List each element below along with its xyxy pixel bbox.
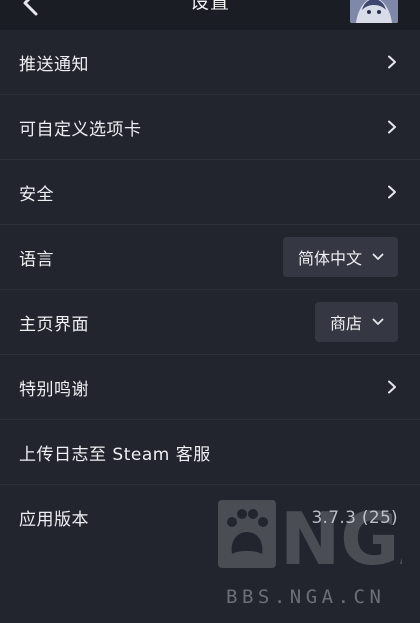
avatar[interactable] (350, 0, 398, 23)
settings-item-language: 语言 简体中文 (0, 225, 420, 290)
settings-item-home-screen: 主页界面 商店 (0, 290, 420, 355)
settings-item-label: 应用版本 (19, 510, 89, 530)
language-dropdown[interactable]: 简体中文 (282, 237, 398, 277)
settings-item-label: 特别鸣谢 (19, 379, 89, 400)
settings-item-upload-logs[interactable]: 上传日志至 Steam 客服 (0, 420, 420, 485)
settings-item-label: 上传日志至 Steam 客服 (19, 444, 211, 465)
settings-item-label: 推送通知 (19, 54, 89, 75)
home-screen-dropdown-value: 商店 (329, 314, 362, 333)
settings-item-push-notifications[interactable]: 推送通知 (0, 30, 420, 95)
watermark-logo-text: NGA (280, 498, 402, 570)
chevron-right-icon (388, 185, 396, 199)
watermark-url: BBS.NGA.CN (226, 586, 386, 608)
top-bar: 设置 (0, 0, 420, 30)
language-dropdown-value: 简体中文 (297, 249, 362, 268)
home-screen-dropdown[interactable]: 商店 (314, 302, 398, 342)
settings-item-label: 语言 (19, 249, 54, 270)
settings-list: 推送通知 可自定义选项卡 安全 语言 简体中文 主页界面 商店 特别鸣谢 上传日… (0, 30, 420, 550)
settings-item-customize-tabs[interactable]: 可自定义选项卡 (0, 95, 420, 160)
chevron-down-icon (372, 253, 384, 260)
chevron-right-icon (388, 120, 396, 134)
settings-item-label: 主页界面 (19, 314, 89, 335)
settings-item-credits[interactable]: 特别鸣谢 (0, 355, 420, 420)
settings-item-label: 安全 (19, 184, 54, 205)
chevron-right-icon (388, 380, 396, 394)
chevron-down-icon (372, 318, 384, 325)
nga-watermark-logo: NGA (218, 498, 402, 570)
avatar-image (350, 0, 398, 23)
settings-item-security[interactable]: 安全 (0, 160, 420, 225)
chevron-right-icon (388, 55, 396, 69)
settings-item-label: 可自定义选项卡 (19, 119, 142, 140)
